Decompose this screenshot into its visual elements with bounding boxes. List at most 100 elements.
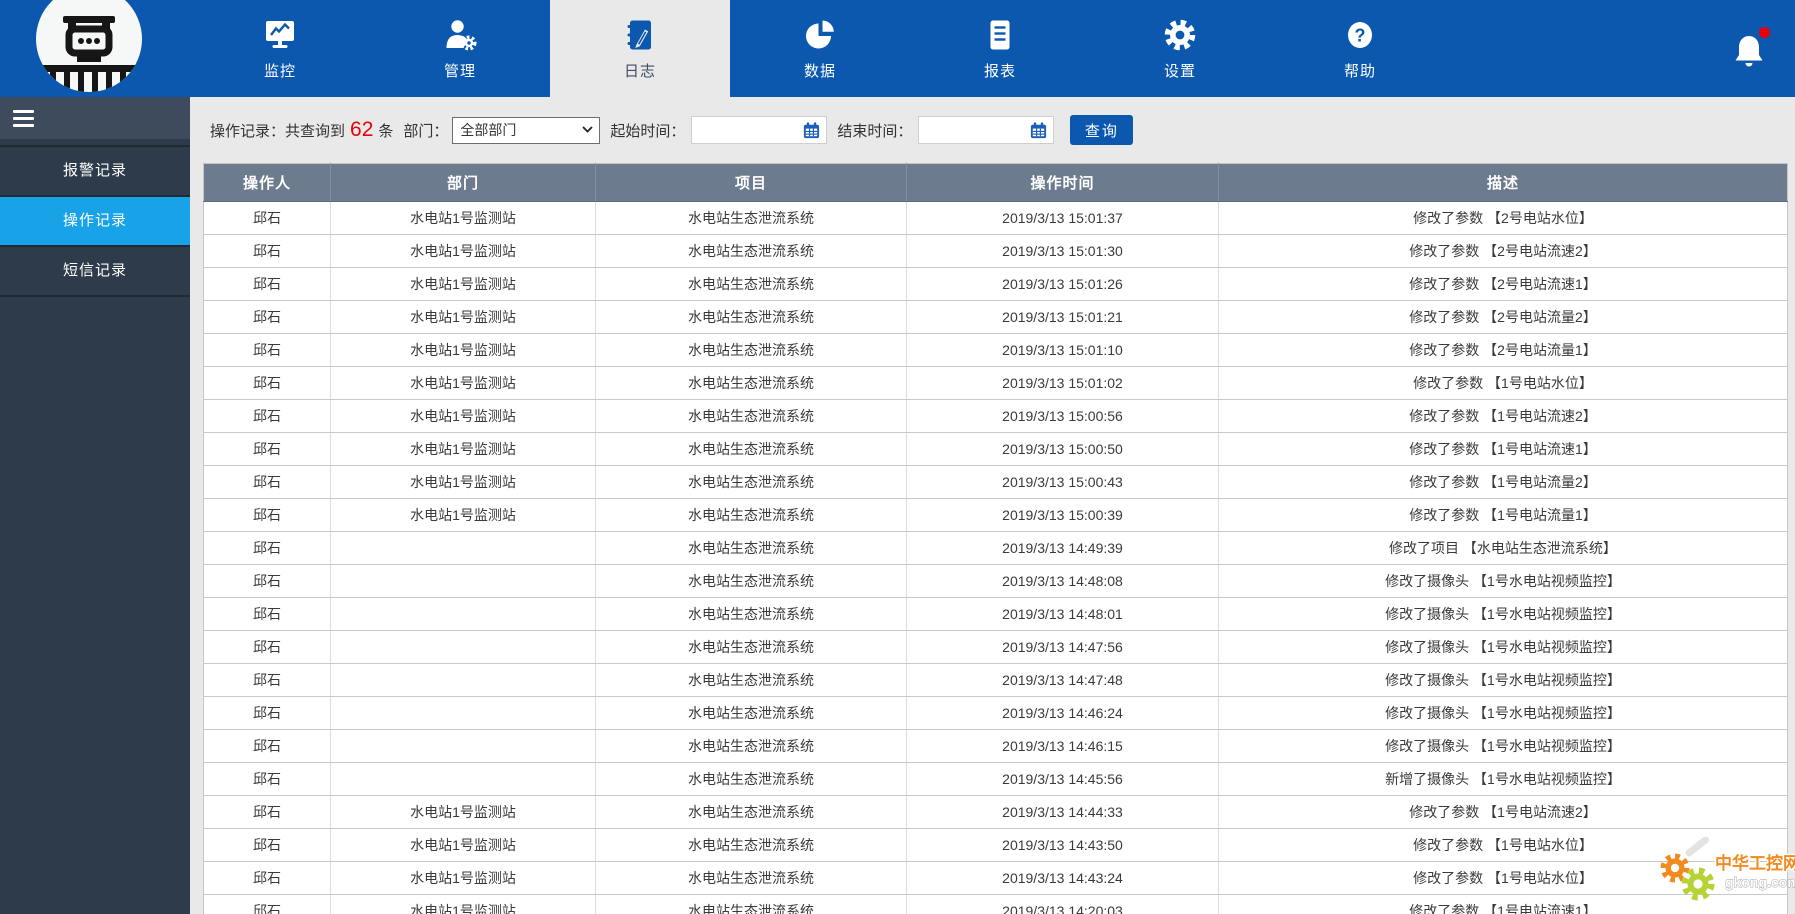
table-row: 邱石 水电站生态泄流系统 2019/3/13 14:46:24 修改了摄像头 【… xyxy=(203,696,1788,730)
sidebar-item-sms-records[interactable]: 短信记录 xyxy=(0,247,190,297)
table-row: 邱石 水电站1号监测站 水电站生态泄流系统 2019/3/13 14:20:03… xyxy=(203,894,1788,914)
cell-department xyxy=(330,531,596,565)
notification-bell-button[interactable] xyxy=(1731,26,1771,71)
sidebar-item-alarm-records[interactable]: 报警记录 xyxy=(0,145,190,197)
sidebar-item-label: 操作记录 xyxy=(62,212,127,229)
cell-project: 水电站生态泄流系统 xyxy=(595,432,907,466)
nav-tab-logs[interactable]: 日志 xyxy=(550,0,730,97)
cell-project: 水电站生态泄流系统 xyxy=(595,465,907,499)
nav-tabs: 监控 管理 日志 数据 报表 设置 ? 帮助 xyxy=(190,0,1450,97)
table-row: 邱石 水电站1号监测站 水电站生态泄流系统 2019/3/13 14:43:50… xyxy=(203,828,1788,862)
cell-time: 2019/3/13 15:01:10 xyxy=(906,333,1219,367)
question-icon: ? xyxy=(1342,17,1378,53)
cell-department: 水电站1号监测站 xyxy=(330,333,596,367)
table-row: 邱石 水电站1号监测站 水电站生态泄流系统 2019/3/13 14:44:33… xyxy=(203,795,1788,829)
nav-tab-settings[interactable]: 设置 xyxy=(1090,0,1270,97)
journal-pencil-icon xyxy=(622,17,658,53)
nav-tab-manage[interactable]: 管理 xyxy=(370,0,550,97)
sidebar-item-operation-records[interactable]: 操作记录 xyxy=(0,197,190,247)
cell-department: 水电站1号监测站 xyxy=(330,828,596,862)
report-doc-icon xyxy=(982,17,1018,53)
table-row: 邱石 水电站1号监测站 水电站生态泄流系统 2019/3/13 15:01:30… xyxy=(203,234,1788,268)
cell-operator: 邱石 xyxy=(203,531,331,565)
cell-department: 水电站1号监测站 xyxy=(330,366,596,400)
cell-project: 水电站生态泄流系统 xyxy=(595,498,907,532)
cell-time: 2019/3/13 14:46:15 xyxy=(906,729,1219,763)
records-summary-prefix: 操作记录：共查询到 xyxy=(210,122,346,140)
calendar-icon[interactable] xyxy=(802,121,821,140)
cell-project: 水电站生态泄流系统 xyxy=(595,762,907,796)
table-row: 邱石 水电站1号监测站 水电站生态泄流系统 2019/3/13 15:00:39… xyxy=(203,498,1788,532)
table-row: 邱石 水电站1号监测站 水电站生态泄流系统 2019/3/13 14:43:24… xyxy=(203,861,1788,895)
app-window: 监控 管理 日志 数据 报表 设置 ? 帮助 报警记录 操作记录 短信记录 操作… xyxy=(0,0,1795,914)
nav-tab-monitor[interactable]: 监控 xyxy=(190,0,370,97)
cell-project: 水电站生态泄流系统 xyxy=(595,828,907,862)
nav-tab-data[interactable]: 数据 xyxy=(730,0,910,97)
cell-time: 2019/3/13 14:43:24 xyxy=(906,861,1219,895)
start-time-input[interactable] xyxy=(692,118,803,142)
table-row: 邱石 水电站生态泄流系统 2019/3/13 14:48:08 修改了摄像头 【… xyxy=(203,564,1788,598)
col-header-operator: 操作人 xyxy=(203,163,331,202)
cell-operator: 邱石 xyxy=(203,696,331,730)
cell-description: 修改了参数 【1号电站流速2】 xyxy=(1218,795,1788,829)
cell-time: 2019/3/13 14:44:33 xyxy=(906,795,1219,829)
cell-time: 2019/3/13 15:01:30 xyxy=(906,234,1219,268)
search-button[interactable]: 查询 xyxy=(1070,115,1134,145)
svg-text:?: ? xyxy=(1355,25,1366,45)
cell-department xyxy=(330,597,596,631)
bell-icon xyxy=(1735,35,1763,66)
nav-tab-label: 设置 xyxy=(1163,62,1196,80)
cell-department xyxy=(330,729,596,763)
cell-time: 2019/3/13 15:00:39 xyxy=(906,498,1219,532)
table-row: 邱石 水电站生态泄流系统 2019/3/13 14:47:48 修改了摄像头 【… xyxy=(203,663,1788,697)
records-table-wrap: 操作人 部门 项目 操作时间 描述 邱石 水电站1号监测站 水电站生态泄流系统 … xyxy=(203,163,1788,914)
records-count: 62 xyxy=(350,118,374,141)
col-header-project: 项目 xyxy=(595,163,907,202)
department-label: 部门： xyxy=(403,122,449,140)
cell-project: 水电站生态泄流系统 xyxy=(595,366,907,400)
cell-time: 2019/3/13 14:47:56 xyxy=(906,630,1219,664)
monitor-chart-icon xyxy=(262,17,298,53)
cell-description: 修改了参数 【2号电站流速2】 xyxy=(1218,234,1788,268)
table-body: 邱石 水电站1号监测站 水电站生态泄流系统 2019/3/13 15:01:37… xyxy=(203,201,1788,914)
cell-operator: 邱石 xyxy=(203,267,331,301)
cell-description: 修改了参数 【1号电站水位】 xyxy=(1218,828,1788,862)
end-time-input[interactable] xyxy=(919,118,1030,142)
company-logo xyxy=(36,0,142,92)
cell-operator: 邱石 xyxy=(203,465,331,499)
cell-time: 2019/3/13 14:48:08 xyxy=(906,564,1219,598)
table-row: 邱石 水电站1号监测站 水电站生态泄流系统 2019/3/13 15:01:02… xyxy=(203,366,1788,400)
records-summary-suffix: 条 xyxy=(378,122,394,140)
nav-tab-help[interactable]: ? 帮助 xyxy=(1270,0,1450,97)
cell-department xyxy=(330,630,596,664)
cell-department: 水电站1号监测站 xyxy=(330,267,596,301)
nav-tab-label: 管理 xyxy=(443,62,476,80)
cell-time: 2019/3/13 15:01:37 xyxy=(906,201,1219,235)
sidebar: 报警记录 操作记录 短信记录 xyxy=(0,97,190,914)
sidebar-collapse-toggle[interactable] xyxy=(0,97,190,139)
cell-department xyxy=(330,696,596,730)
sidebar-menu: 报警记录 操作记录 短信记录 xyxy=(0,145,190,297)
cell-time: 2019/3/13 14:20:03 xyxy=(906,894,1219,914)
hamburger-icon xyxy=(13,109,34,113)
cell-department xyxy=(330,663,596,697)
nav-tab-label: 日志 xyxy=(623,62,656,80)
pie-chart-icon xyxy=(802,17,838,53)
department-select[interactable]: 全部部门 xyxy=(452,116,601,144)
cell-description: 修改了摄像头 【1号水电站视频监控】 xyxy=(1218,630,1788,664)
nav-tab-reports[interactable]: 报表 xyxy=(910,0,1090,97)
cell-description: 修改了参数 【2号电站流量1】 xyxy=(1218,333,1788,367)
cell-department xyxy=(330,564,596,598)
calendar-icon[interactable] xyxy=(1029,121,1048,140)
table-row: 邱石 水电站1号监测站 水电站生态泄流系统 2019/3/13 15:00:50… xyxy=(203,432,1788,466)
col-header-department: 部门 xyxy=(330,163,596,202)
main-content: 操作记录：共查询到 62 条 部门： 全部部门 起始时间： 结束时间： 查询 操… xyxy=(190,97,1795,914)
start-time-label: 起始时间： xyxy=(610,122,686,140)
end-time-label: 结束时间： xyxy=(837,122,913,140)
cell-time: 2019/3/13 15:01:21 xyxy=(906,300,1219,334)
cell-project: 水电站生态泄流系统 xyxy=(595,597,907,631)
cell-project: 水电站生态泄流系统 xyxy=(595,564,907,598)
cell-project: 水电站生态泄流系统 xyxy=(595,630,907,664)
table-header-row: 操作人 部门 项目 操作时间 描述 xyxy=(203,163,1788,202)
cell-operator: 邱石 xyxy=(203,432,331,466)
